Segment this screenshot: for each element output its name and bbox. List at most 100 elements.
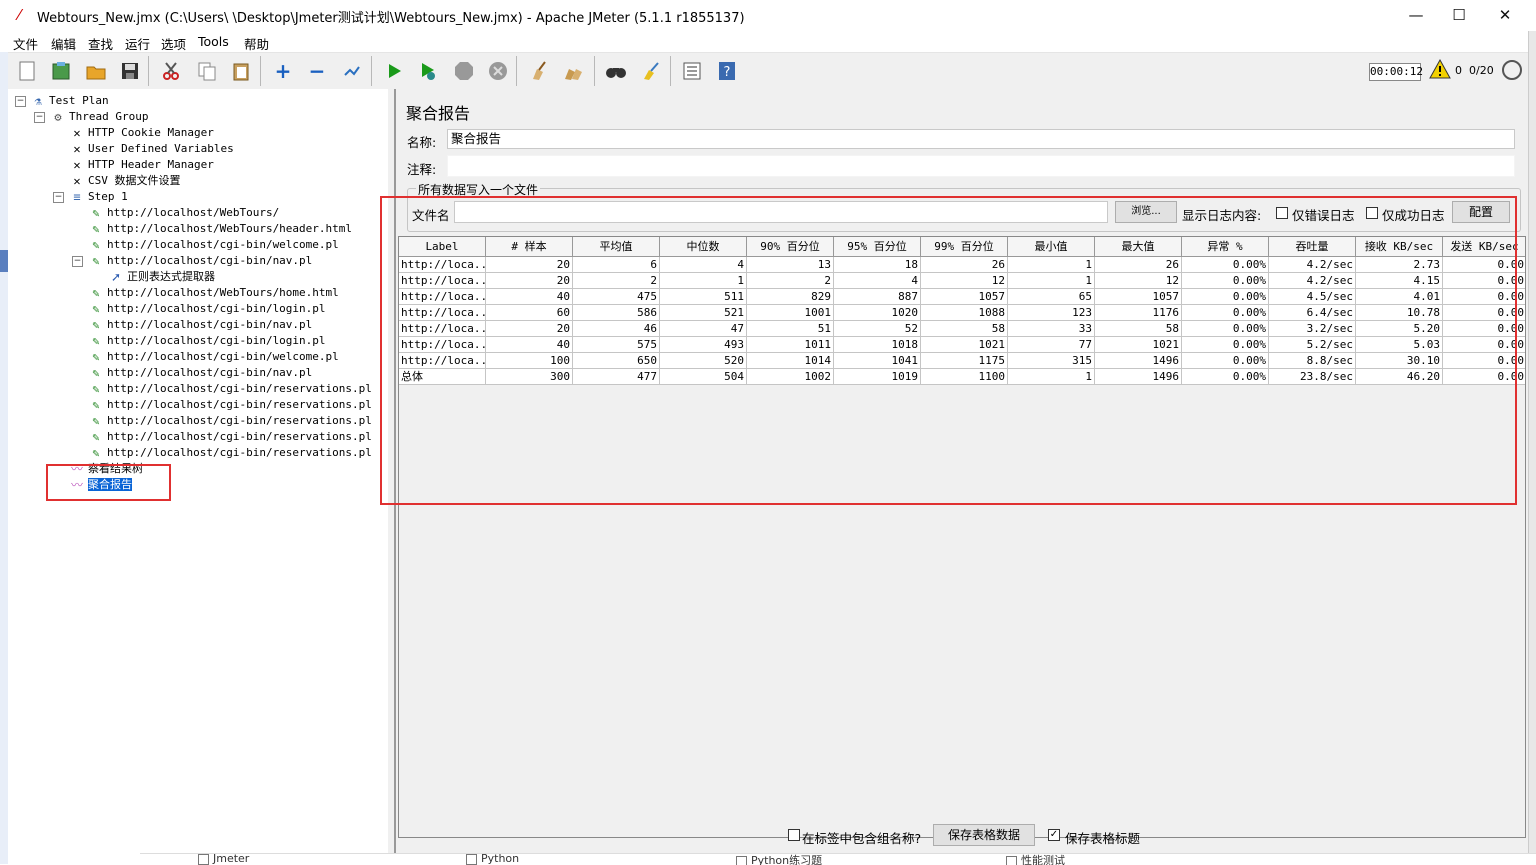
pen-icon: ✎ <box>92 254 100 268</box>
help-icon[interactable]: ? <box>714 58 740 84</box>
collapse-all-icon[interactable]: − <box>304 58 330 84</box>
pen-icon: ✎ <box>92 414 100 428</box>
name-label: 名称: <box>407 135 437 150</box>
menu-tools[interactable]: Tools <box>198 34 229 49</box>
jmeter-feather-icon: ⁄ <box>18 6 21 24</box>
cut-icon[interactable] <box>158 58 184 84</box>
stop-icon[interactable] <box>451 58 477 84</box>
collapse-toggle[interactable]: − <box>53 192 64 203</box>
clear-icon[interactable] <box>526 58 552 84</box>
background-window-edge <box>1528 31 1536 864</box>
copy-icon[interactable] <box>194 58 220 84</box>
gear-icon: ⚙ <box>54 110 62 124</box>
toggle-icon[interactable] <box>339 58 365 84</box>
warning-icon[interactable] <box>1429 58 1451 81</box>
pen-icon: ✎ <box>92 430 100 444</box>
menu-file[interactable]: 文件 <box>13 34 38 53</box>
close-button[interactable]: ✕ <box>1491 4 1519 26</box>
tree-node-sampler[interactable]: ✎ http://localhost/cgi-bin/nav.pl <box>88 365 312 381</box>
toolbar: + − ? 00:00:12 0 0/20 <box>8 52 1528 90</box>
save-icon[interactable] <box>117 58 143 84</box>
pen-icon: ✎ <box>92 350 100 364</box>
tree-node-sampler[interactable]: ✎ http://localhost/cgi-bin/welcome.pl <box>88 237 338 253</box>
tree-node-user-variables[interactable]: ✕ User Defined Variables <box>69 141 233 157</box>
pen-icon: ✎ <box>92 382 100 396</box>
paste-icon[interactable] <box>228 58 254 84</box>
active-threads: 0/20 <box>1469 64 1494 77</box>
start-no-pauses-icon[interactable] <box>415 58 441 84</box>
remote-status-icon <box>1502 60 1522 80</box>
pen-icon: ✎ <box>92 366 100 380</box>
tree-node-sampler[interactable]: ✎ http://localhost/cgi-bin/nav.pl <box>88 253 312 269</box>
name-field[interactable]: 聚合报告 <box>447 129 1515 149</box>
highlight-report-area <box>380 196 1517 505</box>
pen-icon: ✎ <box>92 398 100 412</box>
menu-search[interactable]: 查找 <box>88 34 113 53</box>
tree-node-regex-extractor[interactable]: ➚ 正则表达式提取器 <box>108 269 215 285</box>
templates-icon[interactable] <box>48 58 74 84</box>
background-item: Python <box>466 854 519 865</box>
pen-icon: ✎ <box>92 238 100 252</box>
new-file-icon[interactable] <box>14 58 40 84</box>
menu-help[interactable]: 帮助 <box>244 34 269 53</box>
shutdown-icon[interactable] <box>485 58 511 84</box>
minimize-button[interactable]: — <box>1402 4 1430 26</box>
menu-options[interactable]: 选项 <box>161 34 186 53</box>
tree-node-thread-group[interactable]: ⚙ Thread Group <box>50 109 148 125</box>
background-item: Jmeter <box>198 854 249 865</box>
tools-icon: ✕ <box>73 174 81 188</box>
menu-bar: 文件 编辑 查找 运行 选项 Tools 帮助 <box>8 31 1528 52</box>
tree-node-sampler[interactable]: ✎ http://localhost/WebTours/header.html <box>88 221 352 237</box>
tree-node-cookie-manager[interactable]: ✕ HTTP Cookie Manager <box>69 125 213 141</box>
tree-node-sampler[interactable]: ✎ http://localhost/cgi-bin/nav.pl <box>88 317 312 333</box>
error-count: 0 <box>1455 64 1462 77</box>
tree-node-header-manager[interactable]: ✕ HTTP Header Manager <box>69 157 213 173</box>
tree-node-sampler[interactable]: ✎ http://localhost/cgi-bin/reservations.p… <box>88 381 372 397</box>
tree-node-sampler[interactable]: ✎ http://localhost/cgi-bin/reservations.p… <box>88 397 372 413</box>
collapse-toggle[interactable]: − <box>15 96 26 107</box>
tree-node-sampler[interactable]: ✎ http://localhost/WebTours/ <box>88 205 279 221</box>
title-bar: ⁄ Webtours_New.jmx (C:\Users\ \Desktop\J… <box>0 0 1536 31</box>
pen-icon: ✎ <box>92 222 100 236</box>
tools-icon: ✕ <box>73 158 81 172</box>
save-header-checkbox[interactable]: ✓ <box>1048 829 1060 841</box>
comment-label: 注释: <box>407 162 437 177</box>
menu-run[interactable]: 运行 <box>125 34 150 53</box>
tree-node-sampler[interactable]: ✎ http://localhost/cgi-bin/reservations.p… <box>88 413 372 429</box>
clear-all-icon[interactable] <box>561 58 587 84</box>
open-folder-icon[interactable] <box>83 58 109 84</box>
tree-node-sampler[interactable]: ✎ http://localhost/cgi-bin/login.pl <box>88 301 325 317</box>
expand-all-icon[interactable]: + <box>270 58 296 84</box>
save-table-data-button[interactable]: 保存表格数据 <box>933 824 1035 846</box>
include-group-label: 在标签中包含组名称? <box>802 831 922 846</box>
tree-node-sampler[interactable]: ✎ http://localhost/cgi-bin/login.pl <box>88 333 325 349</box>
search-icon[interactable] <box>603 58 629 84</box>
background-item: 性能测试 <box>1006 854 1065 865</box>
tree-node-sampler[interactable]: ✎ http://localhost/cgi-bin/reservations.p… <box>88 445 372 461</box>
controller-icon: ≡ <box>73 190 81 204</box>
pen-icon: ✎ <box>92 318 100 332</box>
comment-field[interactable] <box>447 155 1515 177</box>
tree-node-sampler[interactable]: ✎ http://localhost/WebTours/home.html <box>88 285 338 301</box>
tree-node-step-1[interactable]: ≡ Step 1 <box>69 189 127 205</box>
pen-icon: ✎ <box>92 302 100 316</box>
maximize-button[interactable]: ☐ <box>1445 4 1473 26</box>
include-group-checkbox[interactable] <box>788 829 800 841</box>
tree-node-sampler[interactable]: ✎ http://localhost/cgi-bin/welcome.pl <box>88 349 338 365</box>
background-window-strip <box>0 52 8 864</box>
start-icon[interactable] <box>381 58 407 84</box>
pen-icon: ✎ <box>92 334 100 348</box>
tree-node-sampler[interactable]: ✎ http://localhost/cgi-bin/reservations.p… <box>88 429 372 445</box>
page-title: 聚合报告 <box>406 104 471 123</box>
menu-edit[interactable]: 编辑 <box>51 34 76 53</box>
tools-icon: ✕ <box>73 142 81 156</box>
collapse-toggle[interactable]: − <box>72 256 83 267</box>
pen-icon: ✎ <box>92 286 100 300</box>
tree-node-test-plan[interactable]: ⚗ Test Plan <box>30 93 108 109</box>
tree-node-csv-data[interactable]: ✕ CSV 数据文件设置 <box>69 173 180 189</box>
function-helper-icon[interactable] <box>679 58 705 84</box>
background-item: Python练习题 <box>736 854 822 865</box>
save-header-label: 保存表格标题 <box>1065 831 1141 846</box>
collapse-toggle[interactable]: − <box>34 112 45 123</box>
reset-search-icon[interactable] <box>638 58 664 84</box>
